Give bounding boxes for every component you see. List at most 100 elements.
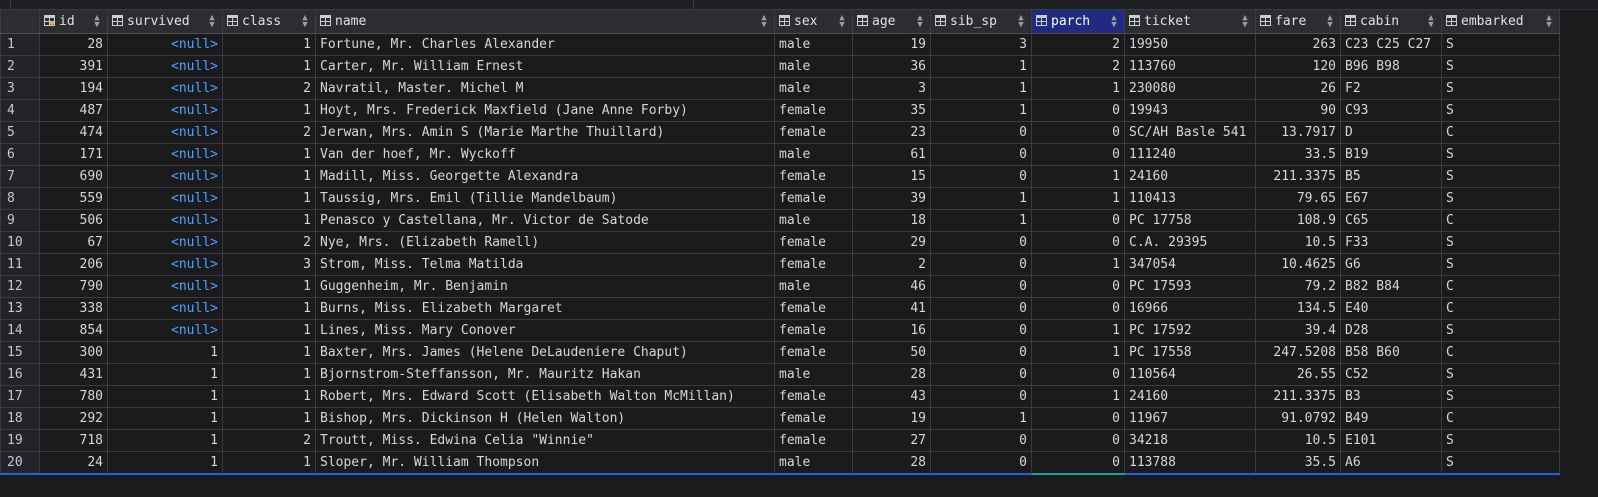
cell-fare[interactable]: 10.5: [1255, 429, 1341, 452]
cell-age[interactable]: 61: [852, 143, 931, 166]
sort-toggle-icon[interactable]: ▲ ▼: [1427, 14, 1435, 30]
cell-ticket[interactable]: 230080: [1124, 77, 1256, 100]
cell-sib-sp[interactable]: 0: [930, 231, 1032, 254]
cell-embarked[interactable]: S: [1441, 253, 1560, 276]
cell-ticket[interactable]: PC 17558: [1124, 341, 1256, 364]
cell-name[interactable]: Taussig, Mrs. Emil (Tillie Mandelbaum): [315, 187, 775, 210]
cell-cabin[interactable]: C52: [1340, 363, 1442, 386]
null-cell[interactable]: <null>: [107, 143, 223, 166]
cell-sib-sp[interactable]: 0: [930, 121, 1032, 144]
cell-ticket[interactable]: 19943: [1124, 99, 1256, 122]
cell-id[interactable]: 506: [39, 209, 108, 232]
row-number[interactable]: 14: [0, 319, 40, 342]
cell-sib-sp[interactable]: 1: [930, 99, 1032, 122]
table-row[interactable]: 10 67 <null> 2 Nye, Mrs. (Elizabeth Ramell) f…: [0, 231, 1560, 254]
cell-survived[interactable]: 1: [107, 451, 223, 475]
row-number[interactable]: 10: [0, 231, 40, 254]
cell-parch[interactable]: 0: [1031, 363, 1125, 386]
table-row[interactable]: 13 338 <null> 1 Burns, Miss. Elizabeth Marga…: [0, 297, 1560, 320]
cell-age[interactable]: 18: [852, 209, 931, 232]
column-header-id[interactable]: id ▲ ▼: [39, 9, 108, 34]
cell-name[interactable]: Nye, Mrs. (Elizabeth Ramell): [315, 231, 775, 254]
cell-id[interactable]: 28: [39, 33, 108, 56]
cell-parch[interactable]: 1: [1031, 187, 1125, 210]
cell-sex[interactable]: female: [774, 407, 853, 430]
cell-embarked[interactable]: S: [1441, 187, 1560, 210]
table-row[interactable]: 11 206 <null> 3 Strom, Miss. Telma Matilda fe…: [0, 253, 1560, 276]
cell-sib-sp[interactable]: 0: [930, 341, 1032, 364]
cell-sib-sp[interactable]: 1: [930, 77, 1032, 100]
cell-parch[interactable]: 0: [1031, 99, 1125, 122]
cell-ticket[interactable]: 19950: [1124, 33, 1256, 56]
cell-age[interactable]: 41: [852, 297, 931, 320]
cell-class[interactable]: 1: [222, 33, 316, 56]
cell-cabin[interactable]: B49: [1340, 407, 1442, 430]
cell-embarked[interactable]: S: [1441, 55, 1560, 78]
row-number[interactable]: 19: [0, 429, 40, 452]
cell-ticket[interactable]: 110564: [1124, 363, 1256, 386]
row-number[interactable]: 16: [0, 363, 40, 386]
row-number[interactable]: 8: [0, 187, 40, 210]
cell-sex[interactable]: male: [774, 55, 853, 78]
table-row[interactable]: 5 474 <null> 2 Jerwan, Mrs. Amin S (Marie Ma…: [0, 121, 1560, 144]
cell-sex[interactable]: female: [774, 187, 853, 210]
cell-fare[interactable]: 211.3375: [1255, 165, 1341, 188]
cell-age[interactable]: 19: [852, 33, 931, 56]
cell-embarked[interactable]: S: [1441, 99, 1560, 122]
cell-name[interactable]: Navratil, Master. Michel M: [315, 77, 775, 100]
row-number[interactable]: 11: [0, 253, 40, 276]
cell-parch[interactable]: 0: [1031, 121, 1125, 144]
cell-sib-sp[interactable]: 1: [930, 187, 1032, 210]
table-row[interactable]: 7 690 <null> 1 Madill, Miss. Georgette Alexa…: [0, 165, 1560, 188]
cell-cabin[interactable]: E67: [1340, 187, 1442, 210]
cell-age[interactable]: 36: [852, 55, 931, 78]
sort-toggle-icon[interactable]: ▲ ▼: [1326, 14, 1334, 30]
cell-name[interactable]: Bishop, Mrs. Dickinson H (Helen Walton): [315, 407, 775, 430]
null-cell[interactable]: <null>: [107, 253, 223, 276]
cell-ticket[interactable]: SC/AH Basle 541: [1124, 121, 1256, 144]
sort-toggle-icon[interactable]: ▲ ▼: [301, 14, 309, 30]
cell-survived[interactable]: 1: [107, 363, 223, 386]
cell-id[interactable]: 718: [39, 429, 108, 452]
cell-name[interactable]: Van der hoef, Mr. Wyckoff: [315, 143, 775, 166]
cell-age[interactable]: 35: [852, 99, 931, 122]
cell-age[interactable]: 50: [852, 341, 931, 364]
cell-parch[interactable]: 0: [1031, 209, 1125, 232]
cell-sex[interactable]: male: [774, 451, 853, 475]
null-cell[interactable]: <null>: [107, 77, 223, 100]
cell-class[interactable]: 1: [222, 407, 316, 430]
cell-name[interactable]: Hoyt, Mrs. Frederick Maxfield (Jane Anne…: [315, 99, 775, 122]
cell-cabin[interactable]: B58 B60: [1340, 341, 1442, 364]
row-number[interactable]: 9: [0, 209, 40, 232]
cell-fare[interactable]: 35.5: [1255, 451, 1341, 475]
cell-class[interactable]: 3: [222, 253, 316, 276]
table-row[interactable]: 1 28 <null> 1 Fortune, Mr. Charles Alexander…: [0, 33, 1560, 56]
cell-id[interactable]: 559: [39, 187, 108, 210]
cell-name[interactable]: Sloper, Mr. William Thompson: [315, 451, 775, 475]
sort-toggle-icon[interactable]: ▲ ▼: [208, 14, 216, 30]
cell-survived[interactable]: 1: [107, 341, 223, 364]
column-header-survived[interactable]: survived ▲ ▼: [107, 9, 223, 34]
table-row[interactable]: 12 790 <null> 1 Guggenheim, Mr. Benjamin male…: [0, 275, 1560, 298]
cell-name[interactable]: Lines, Miss. Mary Conover: [315, 319, 775, 342]
cell-class[interactable]: 2: [222, 231, 316, 254]
cell-fare[interactable]: 26.55: [1255, 363, 1341, 386]
table-row[interactable]: 14 854 <null> 1 Lines, Miss. Mary Conover fem…: [0, 319, 1560, 342]
table-row[interactable]: 17 780 1 1 Robert, Mrs. Edward Scott (Elisab…: [0, 385, 1560, 408]
cell-fare[interactable]: 108.9: [1255, 209, 1341, 232]
cell-fare[interactable]: 26: [1255, 77, 1341, 100]
row-number[interactable]: 1: [0, 33, 40, 56]
table-row[interactable]: 20 24 1 1 Sloper, Mr. William Thompson male 28…: [0, 451, 1560, 475]
cell-class[interactable]: 1: [222, 319, 316, 342]
cell-id[interactable]: 194: [39, 77, 108, 100]
cell-name[interactable]: Troutt, Miss. Edwina Celia "Winnie": [315, 429, 775, 452]
cell-class[interactable]: 1: [222, 451, 316, 475]
cell-embarked[interactable]: S: [1441, 385, 1560, 408]
cell-fare[interactable]: 90: [1255, 99, 1341, 122]
cell-cabin[interactable]: C65: [1340, 209, 1442, 232]
cell-ticket[interactable]: 110413: [1124, 187, 1256, 210]
cell-sib-sp[interactable]: 3: [930, 33, 1032, 56]
table-row[interactable]: 9 506 <null> 1 Penasco y Castellana, Mr. Vic…: [0, 209, 1560, 232]
cell-age[interactable]: 43: [852, 385, 931, 408]
cell-name[interactable]: Robert, Mrs. Edward Scott (Elisabeth Wal…: [315, 385, 775, 408]
